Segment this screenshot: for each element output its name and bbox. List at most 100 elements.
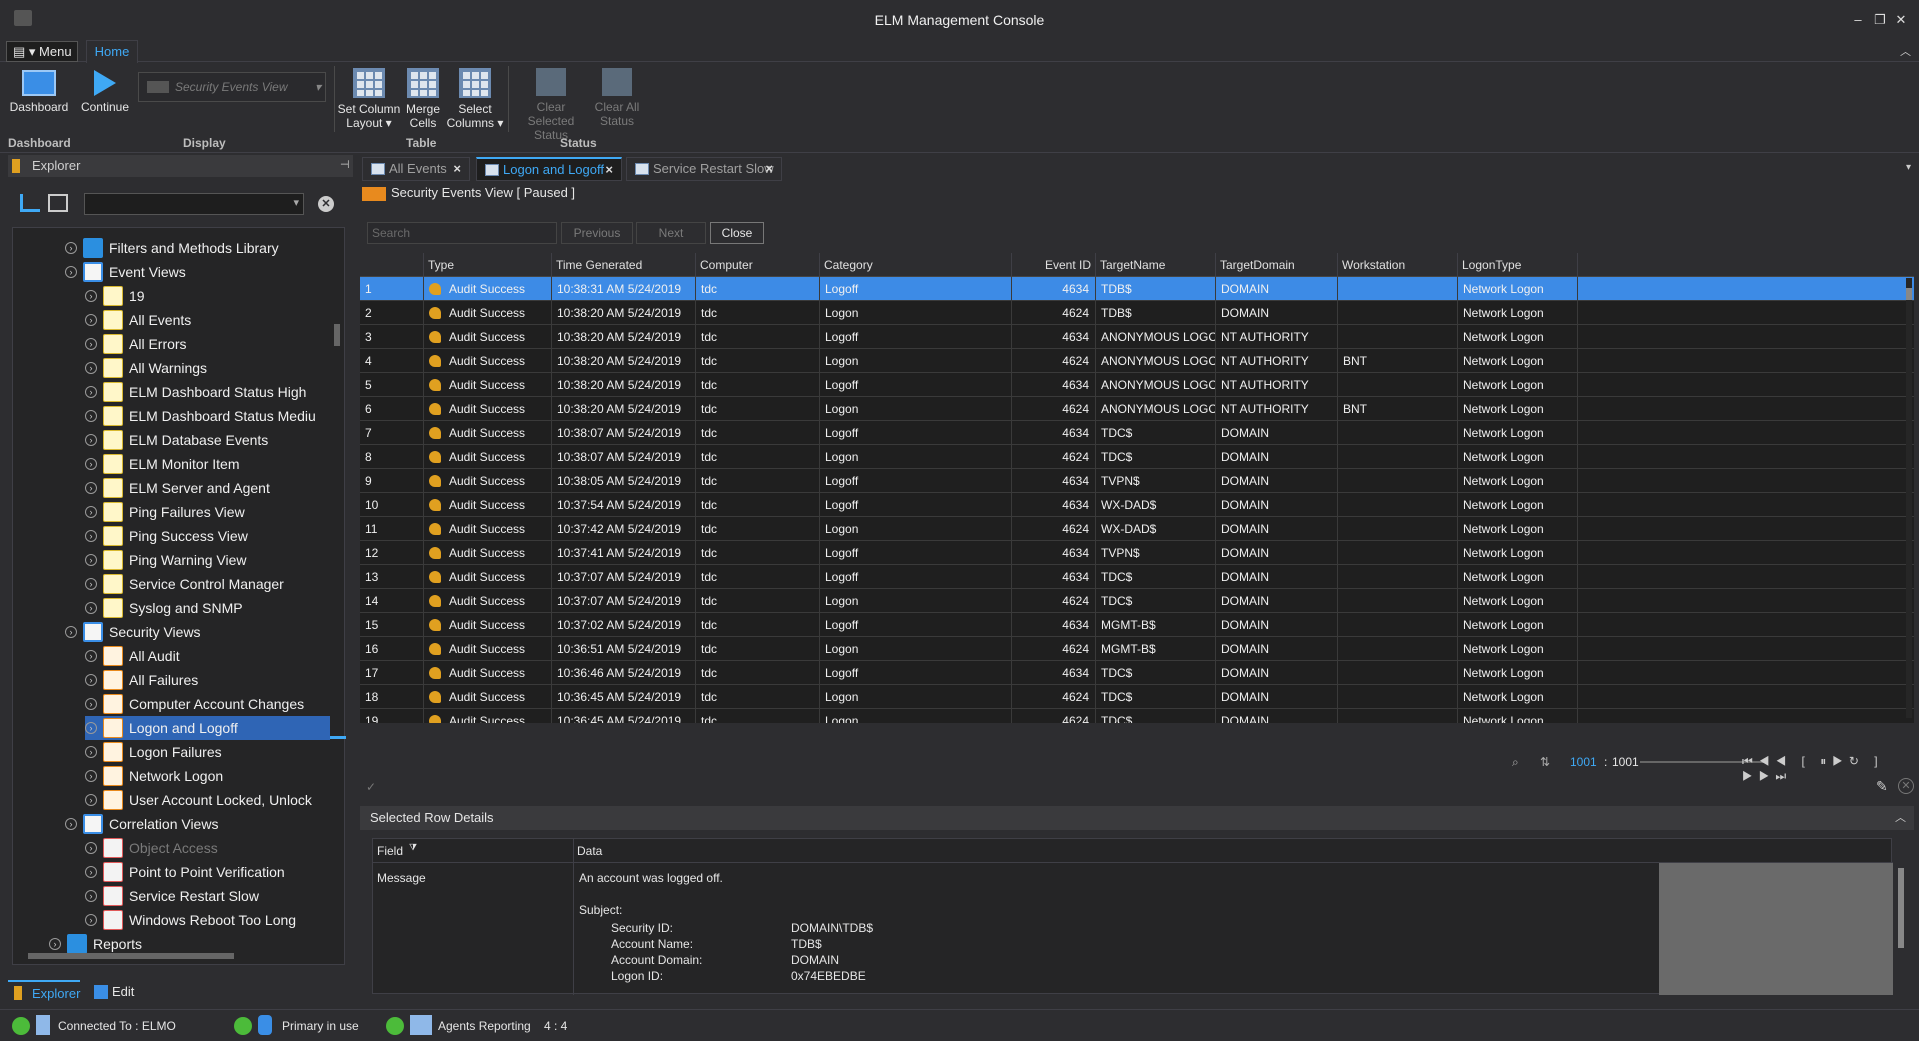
- tab-home[interactable]: Home: [86, 40, 138, 63]
- column-header-type[interactable]: Type: [424, 253, 552, 277]
- tree-item-all-failures[interactable]: › All Failures: [85, 668, 330, 692]
- table-row[interactable]: 19 Audit Success 10:36:45 AM 5/24/2019 tdc L…: [360, 709, 1914, 723]
- table-row[interactable]: 4 Audit Success 10:38:20 AM 5/24/2019 tdc Lo…: [360, 349, 1914, 373]
- close-tab-icon[interactable]: ×: [453, 158, 461, 180]
- clear-filter-icon[interactable]: ✕: [1898, 778, 1914, 794]
- check-icon[interactable]: ✓: [366, 780, 376, 794]
- table-row[interactable]: 16 Audit Success 10:36:51 AM 5/24/2019 tdc L…: [360, 637, 1914, 661]
- set-column-layout-button[interactable]: Set Column Layout ▾: [336, 68, 402, 130]
- next-button[interactable]: Next: [636, 222, 706, 244]
- table-row[interactable]: 12 Audit Success 10:37:41 AM 5/24/2019 tdc L…: [360, 541, 1914, 565]
- pin-icon[interactable]: ⊣: [340, 158, 350, 171]
- tab-logon-and-logoff[interactable]: Logon and Logoff ×: [476, 157, 622, 181]
- collapse-ribbon-icon[interactable]: ︿: [1900, 43, 1911, 59]
- expand-icon[interactable]: ›: [65, 818, 77, 830]
- search-icon[interactable]: ⌕: [1512, 755, 1519, 770]
- tree-item-elm-server-and-agent[interactable]: › ELM Server and Agent: [85, 476, 330, 500]
- expand-icon[interactable]: ›: [85, 698, 97, 710]
- tab-service-restart-slow[interactable]: Service Restart Slow ×: [626, 157, 782, 181]
- expand-icon[interactable]: ›: [85, 554, 97, 566]
- tab-list-dropdown-icon[interactable]: ▾: [1906, 162, 1911, 173]
- expand-icon[interactable]: ›: [85, 650, 97, 662]
- details-scrollbar-thumb[interactable]: [1898, 868, 1904, 948]
- tree-item-elm-database-events[interactable]: › ELM Database Events: [85, 428, 330, 452]
- tree-item-ping-success-view[interactable]: › Ping Success View: [85, 524, 330, 548]
- expand-icon[interactable]: ›: [85, 602, 97, 614]
- expand-icon[interactable]: ›: [85, 722, 97, 734]
- tree-item-point-to-point-verification[interactable]: › Point to Point Verification: [85, 860, 330, 884]
- expand-icon[interactable]: ›: [85, 794, 97, 806]
- field-column-header[interactable]: Field: [377, 839, 403, 863]
- table-row[interactable]: 18 Audit Success 10:36:45 AM 5/24/2019 tdc L…: [360, 685, 1914, 709]
- table-row[interactable]: 3 Audit Success 10:38:20 AM 5/24/2019 tdc Lo…: [360, 325, 1914, 349]
- grid-scrollbar-thumb[interactable]: [1906, 288, 1912, 300]
- expand-icon[interactable]: ›: [85, 362, 97, 374]
- minimize-icon[interactable]: –: [1848, 10, 1868, 30]
- tree-item-object-access[interactable]: › Object Access: [85, 836, 330, 860]
- tree-item-all-errors[interactable]: › All Errors: [85, 332, 330, 356]
- expand-icon[interactable]: ›: [85, 674, 97, 686]
- expand-icon[interactable]: ›: [85, 314, 97, 326]
- grid-scrollbar[interactable]: [1906, 278, 1912, 718]
- merge-cells-button[interactable]: Merge Cells: [404, 68, 442, 130]
- tree-item-service-control-manager[interactable]: › Service Control Manager: [85, 572, 330, 596]
- tree-item-elm-dashboard-status-mediu[interactable]: › ELM Dashboard Status Mediu: [85, 404, 330, 428]
- column-header-computer[interactable]: Computer: [696, 253, 820, 277]
- table-row[interactable]: 11 Audit Success 10:37:42 AM 5/24/2019 tdc L…: [360, 517, 1914, 541]
- expand-icon[interactable]: ›: [85, 386, 97, 398]
- continue-button[interactable]: Continue: [76, 70, 134, 114]
- close-button[interactable]: Close: [710, 222, 764, 244]
- expand-icon[interactable]: ›: [65, 266, 77, 278]
- clear-search-icon[interactable]: ✕: [318, 196, 334, 212]
- tree-item-security-views[interactable]: › Security Views: [65, 620, 330, 644]
- tree-item-computer-account-changes[interactable]: › Computer Account Changes: [85, 692, 330, 716]
- clear-selected-status-button[interactable]: Clear Selected Status: [512, 68, 590, 142]
- expand-icon[interactable]: ›: [85, 842, 97, 854]
- explorer-search-input[interactable]: ▾: [84, 193, 304, 215]
- close-tab-icon[interactable]: ×: [605, 159, 613, 181]
- table-row[interactable]: 14 Audit Success 10:37:07 AM 5/24/2019 tdc L…: [360, 589, 1914, 613]
- tree-item-ping-warning-view[interactable]: › Ping Warning View: [85, 548, 330, 572]
- grid-search-input[interactable]: Search: [367, 222, 557, 244]
- tree-item-ping-failures-view[interactable]: › Ping Failures View: [85, 500, 330, 524]
- table-row[interactable]: 15 Audit Success 10:37:02 AM 5/24/2019 tdc L…: [360, 613, 1914, 637]
- column-header-time-generated[interactable]: Time Generated: [552, 253, 696, 277]
- data-column-header[interactable]: Data: [577, 839, 602, 863]
- list-view-icon[interactable]: [48, 194, 68, 212]
- tree-splitter-handle[interactable]: [330, 736, 346, 739]
- close-tab-icon[interactable]: ×: [765, 158, 773, 180]
- close-window-icon[interactable]: ✕: [1891, 10, 1911, 30]
- expand-icon[interactable]: ›: [65, 242, 77, 254]
- pencil-icon[interactable]: ✎: [1876, 778, 1888, 795]
- expand-icon[interactable]: ›: [85, 914, 97, 926]
- tab-all-events[interactable]: All Events ×: [362, 157, 470, 181]
- tree-item-filters-and-methods-library[interactable]: › Filters and Methods Library: [65, 236, 330, 260]
- tree-view-icon[interactable]: [20, 194, 40, 212]
- select-columns-button[interactable]: Select Columns ▾: [446, 68, 504, 130]
- menu-button[interactable]: ▤ ▾ Menu: [6, 41, 78, 62]
- expand-icon[interactable]: ›: [85, 578, 97, 590]
- tree-item-logon-failures[interactable]: › Logon Failures: [85, 740, 330, 764]
- tree-hscrollbar-thumb[interactable]: [28, 953, 234, 959]
- tree-item-correlation-views[interactable]: › Correlation Views: [65, 812, 330, 836]
- table-row[interactable]: 13 Audit Success 10:37:07 AM 5/24/2019 tdc L…: [360, 565, 1914, 589]
- dashboard-button[interactable]: Dashboard: [8, 70, 70, 114]
- expand-icon[interactable]: ›: [85, 482, 97, 494]
- clear-all-status-button[interactable]: Clear All Status: [592, 68, 642, 128]
- tree-item-19[interactable]: › 19: [85, 284, 330, 308]
- pager-nav-icons[interactable]: ⏮◀◀ [ ⏸▶↻ ] ▶▶⏭: [1742, 754, 1914, 784]
- tree-item-network-logon[interactable]: › Network Logon: [85, 764, 330, 788]
- column-header-event-id[interactable]: Event ID: [1012, 253, 1096, 277]
- expand-icon[interactable]: ›: [85, 866, 97, 878]
- expand-icon[interactable]: ›: [85, 746, 97, 758]
- view-selector[interactable]: Security Events View ▾: [138, 72, 326, 102]
- tree-item-all-audit[interactable]: › All Audit: [85, 644, 330, 668]
- expand-icon[interactable]: ›: [85, 770, 97, 782]
- collapse-details-icon[interactable]: ︿: [1895, 806, 1906, 830]
- expand-icon[interactable]: ›: [85, 458, 97, 470]
- table-row[interactable]: 6 Audit Success 10:38:20 AM 5/24/2019 tdc Lo…: [360, 397, 1914, 421]
- expand-icon[interactable]: ›: [85, 338, 97, 350]
- tree-item-syslog-and-snmp[interactable]: › Syslog and SNMP: [85, 596, 330, 620]
- tree-item-user-account-locked-unlock[interactable]: › User Account Locked, Unlock: [85, 788, 330, 812]
- tree-item-event-views[interactable]: › Event Views: [65, 260, 330, 284]
